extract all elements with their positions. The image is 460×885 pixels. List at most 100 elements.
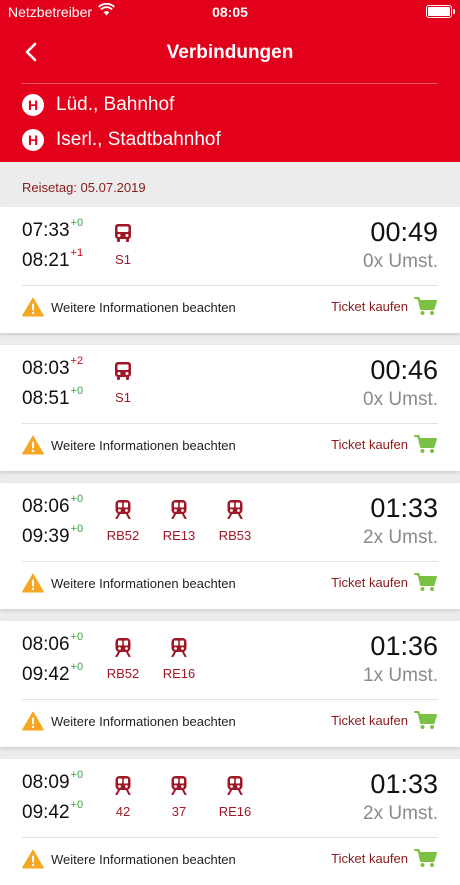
train-line-label: RE13: [162, 528, 196, 543]
arrival-delay: +0: [70, 523, 84, 535]
connection-card[interactable]: 08:03+2 08:51+0 S1 00:46 0x Umst. Weitere Inf…: [0, 345, 460, 471]
train-line-label: 37: [171, 804, 187, 819]
transfer-count: 0x Umst.: [363, 251, 438, 272]
train-icon: [207, 775, 263, 795]
bus-icon: [95, 223, 151, 243]
departure-time: 08:06: [22, 634, 70, 655]
departure-delay: +0: [70, 631, 84, 643]
cart-icon: [414, 573, 437, 591]
transfer-count: 2x Umst.: [363, 527, 438, 548]
arrival-time: 08:51: [22, 388, 70, 409]
duration: 01:36: [370, 631, 438, 661]
train-icon: [95, 499, 151, 519]
departure-delay: +0: [70, 217, 84, 229]
departure-delay: +0: [70, 493, 84, 505]
buy-ticket-button[interactable]: Ticket kaufen: [331, 710, 438, 730]
departure-delay: +2: [70, 355, 84, 367]
connection-card[interactable]: 07:33+0 08:21+1 S1 00:49 0x Umst. Weitere Inf…: [0, 207, 460, 333]
train-line-label: RE16: [218, 804, 252, 819]
cart-icon: [414, 435, 437, 453]
destination-stop-name: Iserl., Stadtbahnhof: [56, 129, 221, 150]
info-link[interactable]: Weitere Informationen beachten: [22, 573, 236, 593]
buy-ticket-label: Ticket kaufen: [331, 712, 408, 728]
arrival-time-row: 08:21+1: [22, 247, 83, 272]
duration: 01:33: [370, 769, 438, 799]
buy-ticket-label: Ticket kaufen: [331, 436, 408, 452]
arrival-time-row: 09:42+0: [22, 661, 84, 686]
train-segment: RB52: [95, 499, 151, 543]
train-icon: [151, 499, 207, 519]
info-link[interactable]: Weitere Informationen beachten: [22, 297, 236, 317]
header: Netzbetreiber 08:05 Verbindungen H Lüd.,…: [0, 0, 460, 162]
departure-time-row: 08:06+0: [22, 631, 84, 656]
departure-time: 07:33: [22, 220, 70, 241]
train-segment: 37: [151, 775, 207, 819]
arrival-time-row: 09:42+0: [22, 799, 84, 824]
info-link[interactable]: Weitere Informationen beachten: [22, 711, 236, 731]
arrival-time: 09:42: [22, 802, 70, 823]
departure-time-row: 08:03+2: [22, 355, 84, 380]
departure-delay: +0: [70, 769, 84, 781]
train-icon: [207, 499, 263, 519]
train-segment: 42: [95, 775, 151, 819]
info-label: Weitere Informationen beachten: [51, 299, 236, 315]
card-divider: [22, 285, 438, 286]
departure-time: 08:06: [22, 496, 70, 517]
card-divider: [22, 423, 438, 424]
train-segments: 42 37 RE16: [95, 775, 263, 819]
warning-icon: [22, 573, 44, 593]
info-label: Weitere Informationen beachten: [51, 713, 236, 729]
departure-time-row: 08:09+0: [22, 769, 84, 794]
train-segments: RB52 RE13 RB53: [95, 499, 263, 543]
battery-icon: [426, 5, 455, 18]
train-line-label: S1: [115, 390, 131, 405]
departure-time-row: 08:06+0: [22, 493, 84, 518]
card-divider: [22, 561, 438, 562]
info-link[interactable]: Weitere Informationen beachten: [22, 849, 236, 869]
buy-ticket-button[interactable]: Ticket kaufen: [331, 848, 438, 868]
buy-ticket-button[interactable]: Ticket kaufen: [331, 296, 438, 316]
arrival-time-row: 08:51+0: [22, 385, 84, 410]
cart-icon: [414, 297, 437, 315]
stop-h-icon: H: [22, 129, 44, 151]
warning-icon: [22, 297, 44, 317]
arrival-delay: +0: [70, 799, 84, 811]
train-segments: S1: [95, 361, 151, 405]
train-line-label: RE16: [162, 666, 196, 681]
buy-ticket-button[interactable]: Ticket kaufen: [331, 434, 438, 454]
arrival-time: 08:21: [22, 250, 70, 271]
train-line-label: RB52: [106, 666, 140, 681]
info-link[interactable]: Weitere Informationen beachten: [22, 435, 236, 455]
arrival-time: 09:39: [22, 526, 70, 547]
connection-card[interactable]: 08:06+0 09:39+0 RB52 RE13 RB53 01:33 2x Umst. W…: [0, 483, 460, 609]
train-segments: S1: [95, 223, 151, 267]
transfer-count: 0x Umst.: [363, 389, 438, 410]
train-segments: RB52 RE16: [95, 637, 207, 681]
info-label: Weitere Informationen beachten: [51, 437, 236, 453]
train-line-label: 42: [115, 804, 131, 819]
arrival-time-row: 09:39+0: [22, 523, 84, 548]
train-segment: RE16: [151, 637, 207, 681]
info-label: Weitere Informationen beachten: [51, 851, 236, 867]
train-segment: RE13: [151, 499, 207, 543]
departure-time: 08:03: [22, 358, 70, 379]
buy-ticket-button[interactable]: Ticket kaufen: [331, 572, 438, 592]
connection-card[interactable]: 08:06+0 09:42+0 RB52 RE16 01:36 1x Umst. Weite…: [0, 621, 460, 747]
connection-card[interactable]: 08:09+0 09:42+0 42 37 RE16 01:33 2x Umst. Weite…: [0, 759, 460, 885]
train-icon: [151, 637, 207, 657]
train-line-label: RB52: [106, 528, 140, 543]
train-segment: RB53: [207, 499, 263, 543]
card-divider: [22, 837, 438, 838]
warning-icon: [22, 711, 44, 731]
arrival-delay: +0: [70, 661, 84, 673]
departure-time: 08:09: [22, 772, 70, 793]
arrival-time: 09:42: [22, 664, 70, 685]
train-line-label: S1: [115, 252, 131, 267]
status-time: 08:05: [212, 4, 248, 20]
train-line-label: RB53: [218, 528, 252, 543]
info-label: Weitere Informationen beachten: [51, 575, 236, 591]
warning-icon: [22, 435, 44, 455]
origin-stop-name: Lüd., Bahnhof: [56, 94, 175, 115]
arrival-delay: +0: [70, 385, 84, 397]
train-icon: [95, 775, 151, 795]
